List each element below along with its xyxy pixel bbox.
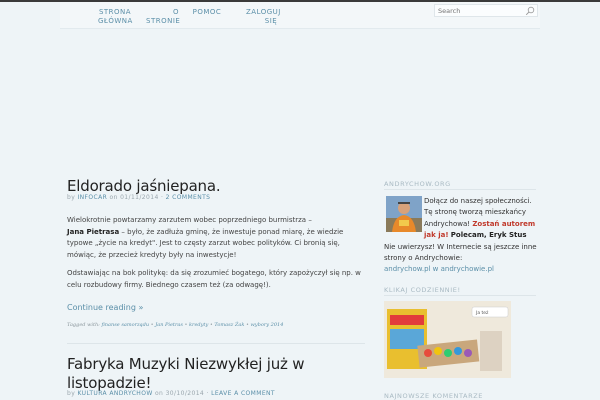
post-title[interactable]: Fabryka Muzyki Niezwykłej już w listopad… [67, 355, 367, 393]
nav-item-home-line2: główna [98, 17, 133, 25]
widget-line: Tę stronę tworzą mieszkańcy [424, 208, 527, 217]
promo-image: Ja też [384, 301, 511, 378]
search-box [434, 4, 538, 17]
widget-line-a: Andrychowa! [424, 219, 471, 228]
nav-item-help-label: Pomoc [192, 8, 222, 16]
nav-item-about-line2: stronie [146, 17, 181, 25]
para1-bold-name: Jana Pietrasa [67, 227, 120, 236]
nav-item-login-line1: Zaloguj [246, 8, 281, 16]
post-comments-link[interactable]: 2 COMMENTS [166, 194, 211, 201]
post-paragraph: Odstawiając na bok politykę: da się zroz… [67, 269, 361, 289]
widget-line: Nie uwierzysz! W Internecie są jeszcze i… [384, 242, 537, 263]
become-author-link[interactable]: Zostań autorem [472, 220, 535, 228]
post-date: 30/10/2014 [165, 390, 205, 397]
nav-item-login[interactable]: Zaloguj się [246, 8, 280, 26]
nav-item-about-line1: O [172, 8, 179, 16]
post-meta: by INFOCAR on 01/11/2014 · 2 COMMENTS [67, 194, 210, 201]
tag-link[interactable]: wybory 2014 [251, 322, 284, 328]
widget-title: NAJNOWSZE KOMENTARZE [384, 392, 483, 400]
widget-divider [384, 189, 536, 190]
meta-on: on [154, 390, 164, 397]
widget-title: ANDRYCHOW.ORG [384, 180, 451, 188]
widget-title: KLIKAJ CODZIENNIE! [384, 286, 461, 294]
widget-community-text: Dołącz do naszej społeczności. Tę stronę… [384, 196, 538, 276]
tag-separator: • [184, 322, 188, 328]
continue-reading-link[interactable]: Continue reading » [67, 303, 143, 312]
post-tags: Tagged with: finanse samorządu • Jan Pie… [67, 322, 283, 328]
para1-text-a: Wielokrotnie powtarzamy zarzutem wobec p… [67, 216, 312, 224]
nav-item-home-line1: Strona [98, 8, 132, 16]
post-date: 01/11/2014 [120, 194, 159, 201]
search-icon[interactable] [525, 6, 535, 16]
post-divider [67, 343, 365, 344]
tag-link[interactable]: finanse samorządu [101, 322, 149, 328]
search-input[interactable] [438, 6, 522, 16]
nav-item-login-line2: się [264, 17, 278, 25]
external-links[interactable]: andrychow.pl w andrychowie.pl [384, 265, 494, 273]
meta-on: on [109, 194, 118, 201]
tag-link[interactable]: Jan Pietras [155, 322, 183, 328]
tags-label: Tagged with: [67, 322, 100, 328]
nav-item-help[interactable]: Pomoc [192, 8, 222, 17]
widget-line: Andrychowa! Zostań autorem [384, 219, 538, 230]
header-divider [60, 28, 540, 29]
post-author-link[interactable]: INFOCAR [77, 194, 107, 201]
post-comments-link[interactable]: LEAVE A COMMENT [211, 390, 275, 397]
post-excerpt: Wielokrotnie powtarzamy zarzutem wobec p… [67, 215, 367, 298]
widget-line: Dołącz do naszej społeczności. [424, 197, 532, 205]
tag-separator: • [209, 322, 213, 328]
nav-item-home[interactable]: Strona główna [98, 8, 132, 26]
tag-link[interactable]: Tomasz Żak [214, 322, 244, 328]
post-author-link[interactable]: KULTURA ANDRYCHOW [77, 390, 152, 397]
meta-by: by [67, 390, 76, 397]
widget-line: jak ja! Polecam, Eryk Stus [384, 230, 538, 241]
nav-item-about[interactable]: O stronie [146, 8, 180, 26]
tag-separator: • [245, 322, 249, 328]
post-meta: by KULTURA ANDRYCHOW on 30/10/2014 · LEA… [67, 390, 275, 397]
tag-separator: • [150, 322, 154, 328]
promo-banner[interactable]: Ja też [384, 301, 511, 378]
meta-by: by [67, 194, 76, 201]
widget-divider [384, 295, 536, 296]
post-paragraph: Wielokrotnie powtarzamy zarzutem wobec p… [67, 215, 367, 261]
tag-link[interactable]: kredyty [189, 322, 208, 328]
widget-signature: Polecam, Eryk Stus [450, 231, 527, 240]
promo-caption: Ja też [475, 310, 489, 316]
meta-separator: · [161, 194, 164, 201]
become-author-link-cont[interactable]: jak ja! [424, 231, 449, 239]
meta-separator: · [206, 390, 209, 397]
